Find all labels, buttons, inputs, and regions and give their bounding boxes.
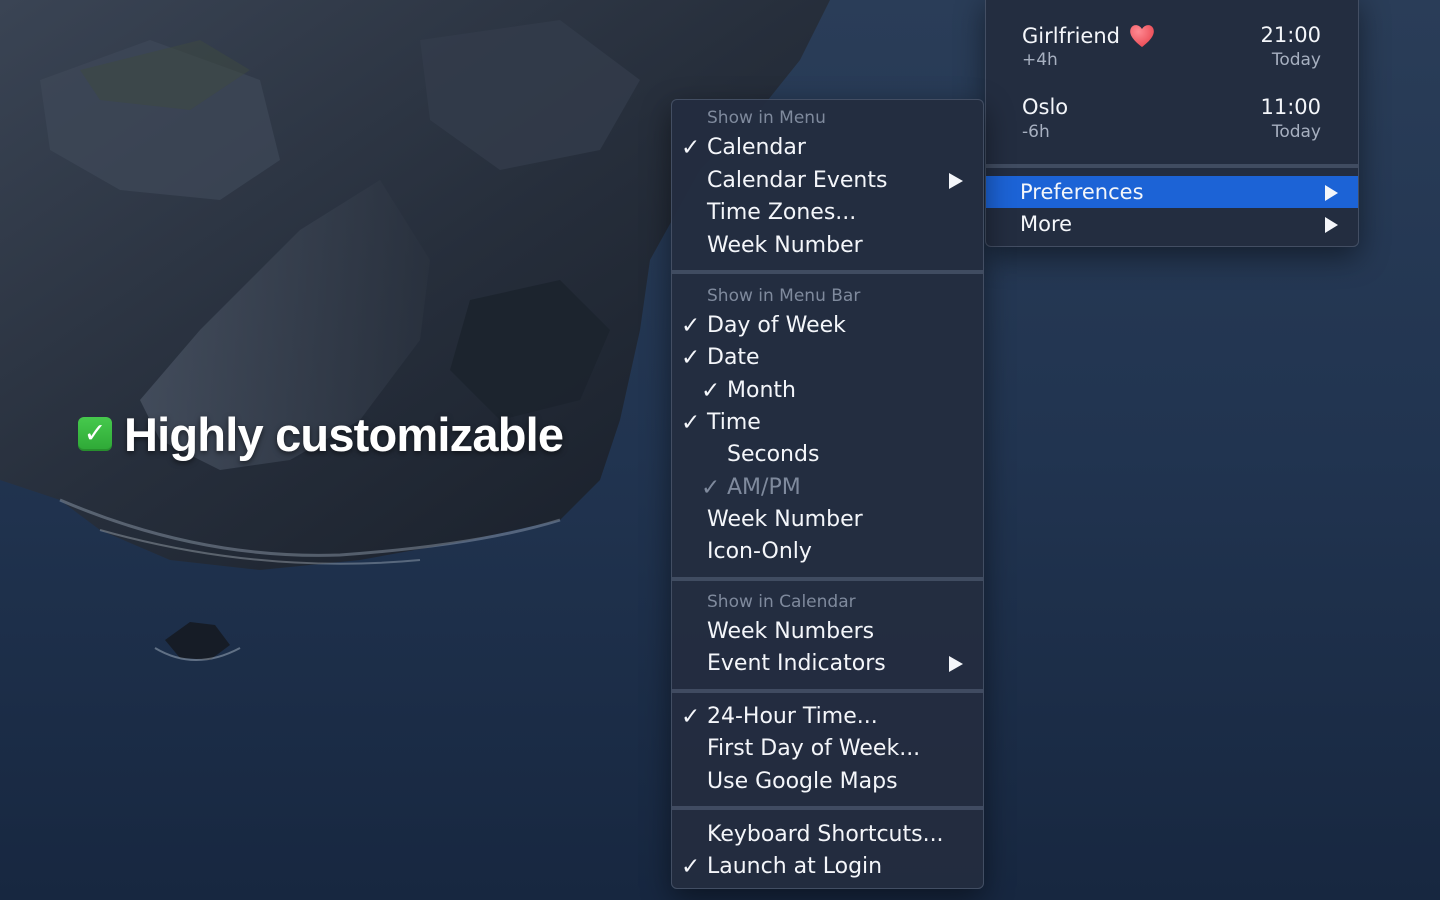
menu-item-label: Icon-Only <box>707 539 812 564</box>
timezone-time: 11:00 <box>1260 95 1321 119</box>
submenu-arrow-icon <box>949 173 963 189</box>
menu-item-label: Seconds <box>727 442 820 467</box>
menu-item-label: Event Indicators <box>707 651 886 676</box>
checkmark-icon: ✓ <box>681 135 701 161</box>
menu-item-label: Use Google Maps <box>707 769 898 794</box>
timezone-day: Today <box>1271 122 1321 142</box>
menu-item-label: Calendar <box>707 135 806 160</box>
timezone-row[interactable]: Girlfriend +4h 21:00 Today <box>1022 23 1321 75</box>
menu-item-label: Month <box>727 378 796 403</box>
menu-separator <box>672 689 983 693</box>
section-header-show-in-menu: Show in Menu <box>707 108 826 128</box>
checkmark-icon: ✓ <box>701 475 721 501</box>
menu-item-week-numbers[interactable]: Week Numbers <box>672 616 983 648</box>
checkmark-icon: ✓ <box>681 410 701 436</box>
menu-item-24-hour-time[interactable]: ✓ 24-Hour Time... <box>672 701 983 733</box>
menu-item-week-number[interactable]: Week Number <box>672 230 983 262</box>
timezone-day: Today <box>1271 50 1321 70</box>
preferences-label: Preferences <box>1020 180 1144 204</box>
section-header-show-in-calendar: Show in Calendar <box>707 592 856 612</box>
preferences-submenu: Show in Menu ✓ Calendar Calendar Events … <box>671 99 984 889</box>
preferences-menu-item[interactable]: Preferences <box>986 176 1358 208</box>
menu-item-week-number-bar[interactable]: Week Number <box>672 504 983 536</box>
menu-item-am-pm: ✓ AM/PM <box>672 472 983 504</box>
headline-text: Highly customizable <box>124 407 564 461</box>
more-menu-item[interactable]: More <box>986 208 1358 240</box>
checkmark-icon: ✓ <box>681 704 701 730</box>
menu-item-icon-only[interactable]: Icon-Only <box>672 536 983 568</box>
timezone-offset: +4h <box>1022 50 1058 70</box>
menu-item-event-indicators[interactable]: Event Indicators <box>672 648 983 680</box>
menu-item-month[interactable]: ✓ Month <box>672 375 983 407</box>
section-header-show-in-menu-bar: Show in Menu Bar <box>707 286 861 306</box>
menu-item-label: Launch at Login <box>707 854 883 879</box>
heart-icon <box>1130 25 1154 47</box>
checkmark-icon: ✓ <box>701 378 721 404</box>
menu-item-label: Date <box>707 345 760 370</box>
timezone-name: Oslo <box>1022 95 1069 119</box>
check-mark-button-icon: ✓ <box>78 417 112 451</box>
menu-separator <box>986 164 1358 168</box>
menu-item-label: 24-Hour Time... <box>707 704 878 729</box>
menu-item-use-google-maps[interactable]: Use Google Maps <box>672 766 983 798</box>
menu-item-keyboard-shortcuts[interactable]: Keyboard Shortcuts... <box>672 819 983 851</box>
menu-item-label: Week Numbers <box>707 619 875 644</box>
timezone-offset: -6h <box>1022 122 1050 142</box>
menu-item-label: Week Number <box>707 233 863 258</box>
menu-item-label: First Day of Week... <box>707 736 921 761</box>
clock-menu: Girlfriend +4h 21:00 Today Oslo -6h 11:0… <box>985 0 1359 247</box>
menu-item-day-of-week[interactable]: ✓ Day of Week <box>672 310 983 342</box>
menu-item-label: AM/PM <box>727 475 801 500</box>
menu-item-first-day-of-week[interactable]: First Day of Week... <box>672 733 983 765</box>
menu-item-time[interactable]: ✓ Time <box>672 407 983 439</box>
submenu-arrow-icon <box>1325 185 1338 201</box>
menu-item-date[interactable]: ✓ Date <box>672 342 983 374</box>
menu-item-label: Keyboard Shortcuts... <box>707 822 944 847</box>
timezone-label: Girlfriend <box>1022 24 1120 48</box>
menu-item-label: Day of Week <box>707 313 846 338</box>
menu-item-time-zones[interactable]: Time Zones... <box>672 197 983 229</box>
menu-separator <box>672 806 983 810</box>
more-label: More <box>1020 212 1073 236</box>
submenu-arrow-icon <box>1325 217 1338 233</box>
menu-separator <box>672 270 983 274</box>
menu-item-label: Time <box>707 410 761 435</box>
menu-item-label: Time Zones... <box>707 200 857 225</box>
checkmark-icon: ✓ <box>681 313 701 339</box>
menu-separator <box>672 577 983 581</box>
menu-item-launch-at-login[interactable]: ✓ Launch at Login <box>672 851 983 883</box>
menu-item-calendar[interactable]: ✓ Calendar <box>672 132 983 164</box>
submenu-arrow-icon <box>949 656 963 672</box>
timezone-row[interactable]: Oslo -6h 11:00 Today <box>1022 95 1321 147</box>
timezone-name: Girlfriend <box>1022 23 1156 49</box>
checkmark-icon: ✓ <box>681 345 701 371</box>
headline: ✓ Highly customizable <box>78 404 564 464</box>
menu-item-seconds[interactable]: Seconds <box>672 439 983 471</box>
menu-item-calendar-events[interactable]: Calendar Events <box>672 165 983 197</box>
checkmark-icon: ✓ <box>681 854 701 880</box>
menu-item-label: Calendar Events <box>707 168 888 193</box>
timezone-time: 21:00 <box>1260 23 1321 47</box>
menu-item-label: Week Number <box>707 507 863 532</box>
